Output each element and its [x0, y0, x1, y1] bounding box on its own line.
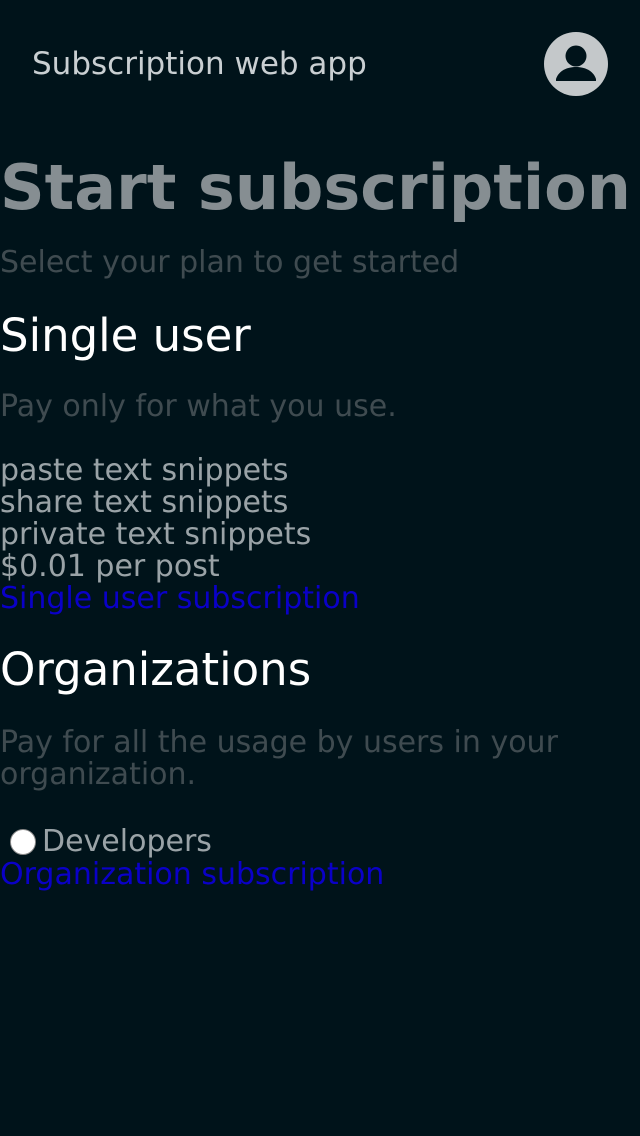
feature-item: share text snippets	[0, 485, 289, 520]
account-button[interactable]	[544, 32, 608, 96]
feature-price: $0.01 per post	[0, 549, 220, 584]
developers-label: Developers	[42, 824, 212, 859]
app-bar: Subscription web app	[0, 0, 640, 130]
feature-item: private text snippets	[0, 517, 312, 552]
feature-item: paste text snippets	[0, 453, 289, 488]
organizations-description: Pay for all the usage by users in your o…	[0, 725, 558, 792]
developers-option[interactable]: Developers	[10, 826, 212, 858]
app-title: Subscription web app	[32, 46, 367, 82]
organization-subscription-link[interactable]: Organization subscription	[0, 859, 384, 891]
single-user-subscription-link[interactable]: Single user subscription	[0, 583, 360, 615]
organizations-heading: Organizations	[0, 643, 312, 696]
page-subtitle: Select your plan to get started	[0, 245, 460, 280]
single-user-description: Pay only for what you use.	[0, 389, 397, 424]
account-circle-icon	[544, 32, 608, 96]
single-user-heading: Single user	[0, 309, 251, 362]
page-title: Start subscription	[0, 151, 631, 224]
developers-radio[interactable]	[10, 829, 36, 855]
single-user-feature-list: paste text snippets share text snippets …	[0, 455, 311, 583]
